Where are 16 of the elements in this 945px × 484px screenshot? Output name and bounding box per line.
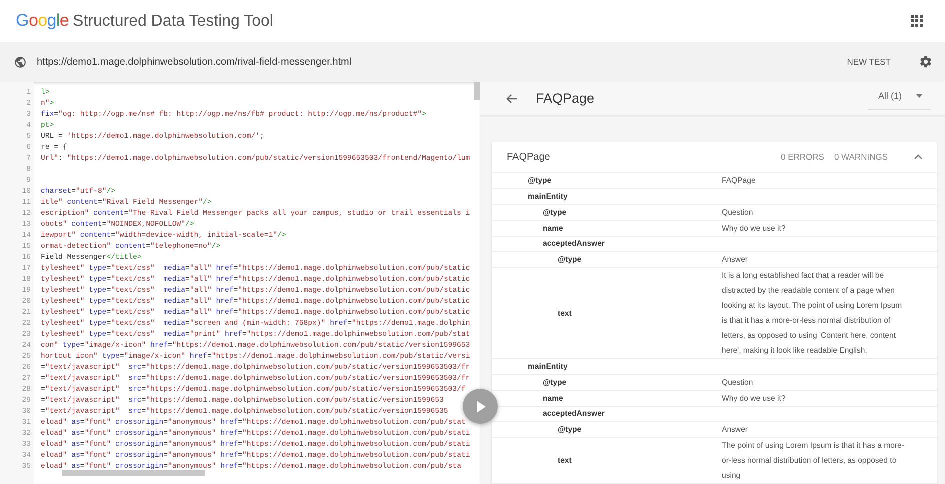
caret-icon [916, 94, 923, 98]
error-count: 0 ERRORS [781, 152, 824, 162]
filter-dropdown[interactable]: All (1) [868, 87, 931, 110]
url-text[interactable]: https://demo1.mage.dolphinwebsolution.com/rival-field-messenger.html [37, 56, 832, 68]
app-title: Structured Data Testing Tool [73, 13, 274, 31]
new-test-button[interactable]: NEW TEST [841, 53, 897, 71]
globe-icon [14, 56, 27, 68]
google-logo: Google [16, 11, 70, 31]
vertical-scrollbar[interactable] [474, 82, 480, 100]
horizontal-scrollbar[interactable] [62, 470, 205, 476]
card-title: FAQPage [507, 152, 552, 162]
play-icon [476, 400, 486, 412]
apps-grid-icon[interactable] [909, 13, 925, 29]
chevron-up-icon[interactable] [914, 154, 923, 160]
result-title: FAQPage [536, 91, 596, 106]
warning-count: 0 WARNINGS [834, 152, 888, 162]
